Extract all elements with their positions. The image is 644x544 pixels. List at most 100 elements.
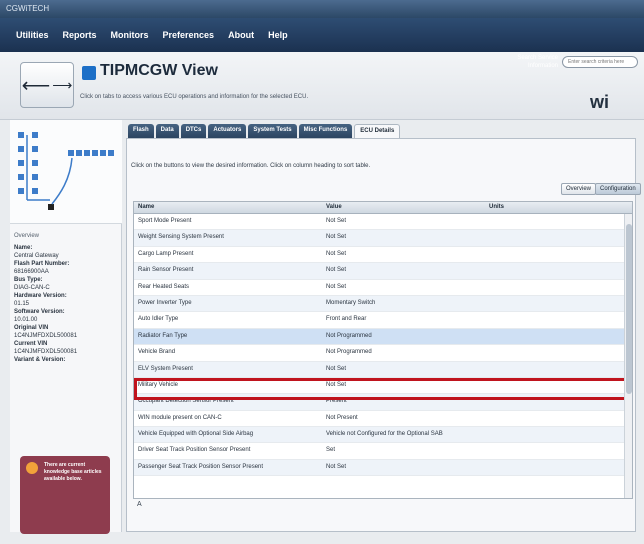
table-row[interactable]: Weight Sensing System Present Not Set [134, 230, 626, 247]
field-label: Flash Part Number: [14, 261, 70, 267]
row-name: ELV System Present [138, 365, 193, 372]
row-value: Not Set [326, 283, 347, 290]
row-value: Not Programmed [326, 332, 372, 339]
row-value: Not Set [326, 463, 347, 470]
field-value: 68166900AA [14, 269, 49, 275]
field-label: Variant & Version: [14, 357, 66, 363]
table-row[interactable]: Vehicle Equipped with Optional Side Airb… [134, 427, 626, 444]
table-body: Sport Mode Present Not Set Weight Sensing … [134, 214, 626, 477]
popup-text: There are current knowledge base article… [44, 462, 102, 482]
row-value: Not Set [326, 267, 347, 274]
row-name: Cargo Lamp Present [138, 250, 194, 257]
row-value: Not Set [326, 218, 347, 224]
tab-data[interactable]: Data [155, 124, 179, 138]
menu-help[interactable]: Help [268, 30, 288, 40]
table-row[interactable]: WIN module present on CAN-C Not Present [134, 411, 626, 428]
page-subtitle: Click on tabs to access various ECU oper… [80, 94, 309, 100]
column-units-header[interactable]: Units [489, 204, 504, 210]
row-name: Passenger Seat Track Position Sensor Pre… [138, 463, 264, 470]
field-value: 1C4NJMFDXDL500081 [14, 349, 78, 355]
table-row[interactable]: ELV System Present Not Set [134, 361, 626, 378]
witech-logo: wi [590, 92, 610, 112]
table-row[interactable]: Cargo Lamp Present Not Set [134, 247, 626, 264]
ecu-details-panel: Click on the buttons to view the desired… [126, 138, 641, 532]
scroll-thumb[interactable] [626, 224, 632, 394]
back-arrow-icon: ⟵ [21, 74, 51, 97]
back-forward-button[interactable]: ⟵ ⟶ [20, 62, 74, 108]
table-header: Name Value Units [134, 202, 632, 214]
page-title: TIPMCGW View [100, 62, 218, 79]
row-name: Radiator Fan Type [138, 332, 188, 339]
row-name: Rain Sensor Present [138, 267, 194, 274]
row-value: Present [326, 398, 347, 405]
table-row[interactable]: Driver Seat Track Position Sensor Presen… [134, 443, 626, 460]
tab-system-tests[interactable]: System Tests [248, 124, 297, 138]
info-badge-icon [26, 462, 38, 474]
row-name: Sport Mode Present [138, 218, 192, 224]
row-name: WIN module present on CAN-C [138, 414, 222, 421]
row-value: Vehicle not Configured for the Optional … [326, 431, 443, 438]
row-value: Not Set [326, 234, 347, 241]
tab-misc-functions[interactable]: Misc Functions [298, 124, 353, 138]
table-row[interactable]: Occupant Detection Sensor Present Present [134, 394, 626, 411]
table-footer: A [137, 501, 142, 508]
table-row[interactable]: Auto Idler Type Front and Rear [134, 312, 626, 329]
forward-arrow-icon: ⟶ [52, 76, 73, 93]
row-value: Not Programmed [326, 349, 372, 356]
table-row[interactable]: Radiator Fan Type Not Programmed [134, 328, 626, 346]
instruction-text: Click on the buttons to view the desired… [131, 163, 371, 169]
row-name: Auto Idler Type [138, 316, 179, 323]
column-value-header[interactable]: Value [326, 204, 342, 210]
row-name: Power Inverter Type [138, 299, 192, 306]
tab-actuators[interactable]: Actuators [208, 124, 247, 138]
topology-icon [18, 132, 114, 210]
menu-utilities[interactable]: Utilities [16, 30, 49, 40]
menu-reports[interactable]: Reports [63, 30, 97, 40]
row-value: Set [326, 447, 336, 454]
knowledge-popup[interactable]: There are current knowledge base article… [20, 456, 110, 534]
menu-about[interactable]: About [228, 30, 254, 40]
ecu-icon [82, 66, 96, 80]
tab-bar: Flash Data DTCs Actuators System Tests M… [128, 124, 401, 138]
field-value: 10.01.00 [14, 317, 38, 323]
row-name: Vehicle Equipped with Optional Side Airb… [138, 431, 254, 438]
network-diagram[interactable] [10, 120, 122, 224]
ecu-info: Overview Name: Central Gateway Flash Par… [14, 232, 120, 364]
configuration-button[interactable]: Configuration [595, 183, 641, 195]
details-table: Name Value Units Sport Mode Present Not S… [133, 201, 633, 499]
overview-label: Overview [14, 233, 40, 239]
table-row[interactable]: Sport Mode Present Not Set [134, 214, 626, 231]
row-value: Not Present [326, 414, 358, 421]
table-scrollbar[interactable] [624, 214, 632, 498]
field-value: 01.15 [14, 301, 30, 307]
field-label: Bus Type: [14, 277, 43, 283]
column-name-header[interactable]: Name [138, 204, 154, 210]
overview-button[interactable]: Overview [561, 183, 597, 195]
row-value: Front and Rear [326, 316, 367, 323]
table-row[interactable]: Military Vehicle Not Set [134, 378, 626, 395]
table-row[interactable]: Rain Sensor Present Not Set [134, 263, 626, 280]
window-title: CGWiTECH [0, 0, 644, 18]
table-row[interactable]: Vehicle Brand Not Programmed [134, 345, 626, 362]
field-label: Name: [14, 245, 33, 251]
row-value: Not Set [326, 250, 347, 257]
tab-ecu-details[interactable]: ECU Details [354, 124, 401, 138]
tab-dtcs[interactable]: DTCs [180, 124, 207, 138]
menu-preferences[interactable]: Preferences [163, 30, 215, 40]
row-name: Driver Seat Track Position Sensor Presen… [138, 447, 251, 454]
page-header: ⟵ ⟶ TIPMCGW View Click on tabs to access… [0, 52, 644, 120]
row-value: Momentary Switch [326, 299, 376, 306]
row-name: Rear Heated Seats [138, 283, 190, 290]
table-row[interactable]: Power Inverter Type Momentary Switch [134, 295, 626, 313]
row-value: Not Set [326, 381, 347, 388]
table-row[interactable]: Passenger Seat Track Position Sensor Pre… [134, 459, 626, 477]
field-label: Software Version: [14, 309, 65, 315]
table-row[interactable]: Rear Heated Seats Not Set [134, 280, 626, 296]
search-input[interactable]: Enter search criteria here [562, 56, 638, 68]
row-value: Not Set [326, 365, 347, 372]
app-window: CGWiTECH Utilities Reports Monitors Pref… [0, 0, 644, 544]
menu-monitors[interactable]: Monitors [111, 30, 149, 40]
field-label: Original VIN [14, 325, 49, 331]
tab-flash[interactable]: Flash [128, 124, 154, 138]
menu-bar: Utilities Reports Monitors Preferences A… [0, 18, 644, 52]
